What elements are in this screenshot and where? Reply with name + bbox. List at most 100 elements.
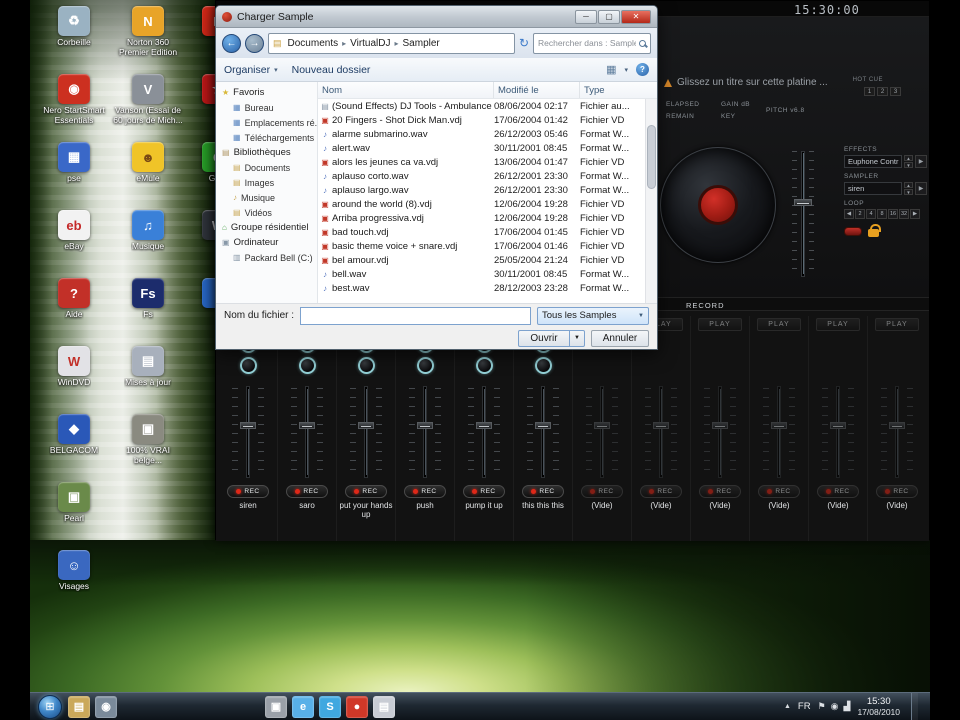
scrollbar-thumb[interactable]: [647, 125, 656, 189]
desktop-icon[interactable]: ♻ Corbeille: [36, 6, 112, 74]
rec-button[interactable]: REC: [876, 485, 918, 498]
file-row[interactable]: ▣ basic theme voice + snare.vdj 17/06/20…: [318, 239, 657, 253]
file-row[interactable]: ▣ alors les jeunes ca va.vdj 13/06/2004 …: [318, 155, 657, 169]
taskbar-icon[interactable]: ▤: [68, 695, 90, 718]
open-button[interactable]: Ouvrir: [518, 329, 570, 347]
taskbar-icon[interactable]: ●: [346, 695, 368, 718]
nav-item[interactable]: ▦ Emplacements ré...: [216, 115, 317, 130]
play-button[interactable]: PLAY: [757, 318, 801, 331]
pitch-knob[interactable]: [475, 357, 493, 374]
play-button[interactable]: PLAY: [875, 318, 919, 331]
fader-handle[interactable]: [476, 422, 492, 429]
taskbar-icon[interactable]: ▣: [265, 695, 287, 718]
back-button[interactable]: ←: [222, 33, 241, 53]
loop-button[interactable]: 4: [866, 209, 876, 219]
desktop-icon[interactable]: V Vanson (Essai de 60 jours de Mich...: [110, 74, 186, 142]
fader-handle[interactable]: [771, 422, 787, 429]
fader-handle[interactable]: [594, 422, 610, 429]
pitch-knob[interactable]: [239, 357, 257, 374]
pitch-knob[interactable]: [534, 357, 552, 374]
dialog-window-button[interactable]: ✕: [621, 9, 651, 24]
scrollbar[interactable]: [645, 99, 657, 303]
loop-button[interactable]: 8: [877, 209, 887, 219]
fader-handle[interactable]: [417, 422, 433, 429]
nav-item[interactable]: ★ Favoris: [216, 85, 317, 100]
fader-handle[interactable]: [653, 422, 669, 429]
nav-item[interactable]: ▣ Ordinateur: [216, 235, 317, 250]
help-icon[interactable]: ?: [636, 63, 649, 76]
desktop-icon[interactable]: W WinDVD: [36, 346, 112, 414]
open-button-caret-icon[interactable]: ▼: [570, 329, 585, 347]
fader-handle[interactable]: [358, 422, 374, 429]
cancel-button[interactable]: Annuler: [591, 329, 649, 347]
desktop-icon[interactable]: ◆ BELGACOM: [36, 414, 112, 482]
nav-item[interactable]: ▤ Bibliothèques: [216, 145, 317, 160]
rec-button[interactable]: REC: [463, 485, 505, 498]
dialog-title-bar[interactable]: Charger Sample ─ ▢ ✕: [216, 6, 657, 28]
breadcrumb-segment[interactable]: VirtualDJ: [348, 38, 392, 49]
language-indicator[interactable]: FR: [798, 701, 811, 712]
rec-button[interactable]: REC: [640, 485, 682, 498]
fader-handle[interactable]: [830, 422, 846, 429]
desktop-icon[interactable]: ☺ Visages: [36, 550, 112, 618]
dialog-window-button[interactable]: ─: [575, 9, 597, 24]
file-row[interactable]: ▤ (Sound Effects) DJ Tools - Ambulance P…: [318, 99, 657, 113]
desktop-icon[interactable]: ▣ Pearl: [36, 482, 112, 550]
jog-wheel[interactable]: [660, 147, 776, 263]
file-row[interactable]: ♪ alarme submarino.wav 26/12/2003 05:46 …: [318, 127, 657, 141]
loop-button[interactable]: 16: [888, 209, 898, 219]
fader-handle[interactable]: [712, 422, 728, 429]
file-row[interactable]: ▣ 20 Fingers - Shot Dick Man.vdj 17/06/2…: [318, 113, 657, 127]
taskbar-icon[interactable]: e: [292, 695, 314, 718]
pitch-knob[interactable]: [416, 357, 434, 374]
sampler-select[interactable]: siren: [844, 182, 902, 195]
taskbar-icon[interactable]: ◉: [95, 695, 117, 718]
record-mini-button[interactable]: [844, 226, 862, 236]
nav-item[interactable]: ▥ Packard Bell (C:): [216, 250, 317, 265]
views-caret-icon[interactable]: ▾: [624, 66, 628, 74]
loop-button[interactable]: ▶: [910, 209, 920, 219]
taskbar-icon[interactable]: ▤: [373, 695, 395, 718]
breadcrumb[interactable]: ▤ Documents ▸ VirtualDJ ▸ Sampler: [268, 32, 515, 54]
loop-button[interactable]: 2: [855, 209, 865, 219]
rec-button[interactable]: REC: [227, 485, 269, 498]
views-icon[interactable]: ▦: [606, 63, 616, 76]
rec-button[interactable]: REC: [345, 485, 387, 498]
effects-select[interactable]: Euphone Contr: [844, 155, 902, 168]
desktop-icon[interactable]: ▦ pse: [36, 142, 112, 210]
nav-item[interactable]: ⌂ Groupe résidentiel: [216, 220, 317, 235]
lock-icon[interactable]: [868, 224, 881, 237]
play-button[interactable]: PLAY: [698, 318, 742, 331]
breadcrumb-segment[interactable]: Documents: [286, 38, 341, 49]
desktop-icon[interactable]: ? Aide: [36, 278, 112, 346]
file-row[interactable]: ▣ bel amour.vdj 25/05/2004 21:24 Fichier…: [318, 253, 657, 267]
file-row[interactable]: ♪ best.wav 28/12/2003 23:28 Format W...: [318, 281, 657, 295]
forward-button[interactable]: →: [245, 33, 264, 53]
taskbar-clock[interactable]: 15:30 17/08/2010: [857, 696, 900, 718]
loop-button[interactable]: 32: [899, 209, 909, 219]
search-input[interactable]: Rechercher dans : Sampler: [533, 32, 651, 54]
hot-cue-button[interactable]: 1: [864, 87, 875, 96]
show-desktop-button[interactable]: [911, 692, 918, 720]
tray-icon[interactable]: ◉: [831, 701, 839, 712]
file-row[interactable]: ♪ alert.wav 30/11/2001 08:45 Format W...: [318, 141, 657, 155]
rec-button[interactable]: REC: [817, 485, 859, 498]
fader-handle[interactable]: [240, 422, 256, 429]
rec-button[interactable]: REC: [522, 485, 564, 498]
desktop-icon[interactable]: ♫ Musique: [110, 210, 186, 278]
sampler-down-icon[interactable]: ▼: [904, 189, 913, 195]
desktop-icon[interactable]: ▣ 100% VRAI belge...: [110, 414, 186, 482]
pitch-knob[interactable]: [298, 357, 316, 374]
nav-item[interactable]: ▤ Documents: [216, 160, 317, 175]
rec-button[interactable]: REC: [581, 485, 623, 498]
sampler-up-icon[interactable]: ▲: [904, 182, 913, 188]
filetype-select[interactable]: Tous les Samples ▼: [537, 306, 649, 325]
nav-item[interactable]: ▦ Bureau: [216, 100, 317, 115]
nav-item[interactable]: ▤ Images: [216, 175, 317, 190]
nav-item[interactable]: ▤ Vidéos: [216, 205, 317, 220]
file-row[interactable]: ♪ aplauso largo.wav 26/12/2001 23:30 For…: [318, 183, 657, 197]
file-row[interactable]: ♪ aplauso corto.wav 26/12/2001 23:30 For…: [318, 169, 657, 183]
desktop-icon[interactable]: Fs Fs: [110, 278, 186, 346]
rec-button[interactable]: REC: [758, 485, 800, 498]
effects-up-icon[interactable]: ▲: [904, 155, 913, 161]
